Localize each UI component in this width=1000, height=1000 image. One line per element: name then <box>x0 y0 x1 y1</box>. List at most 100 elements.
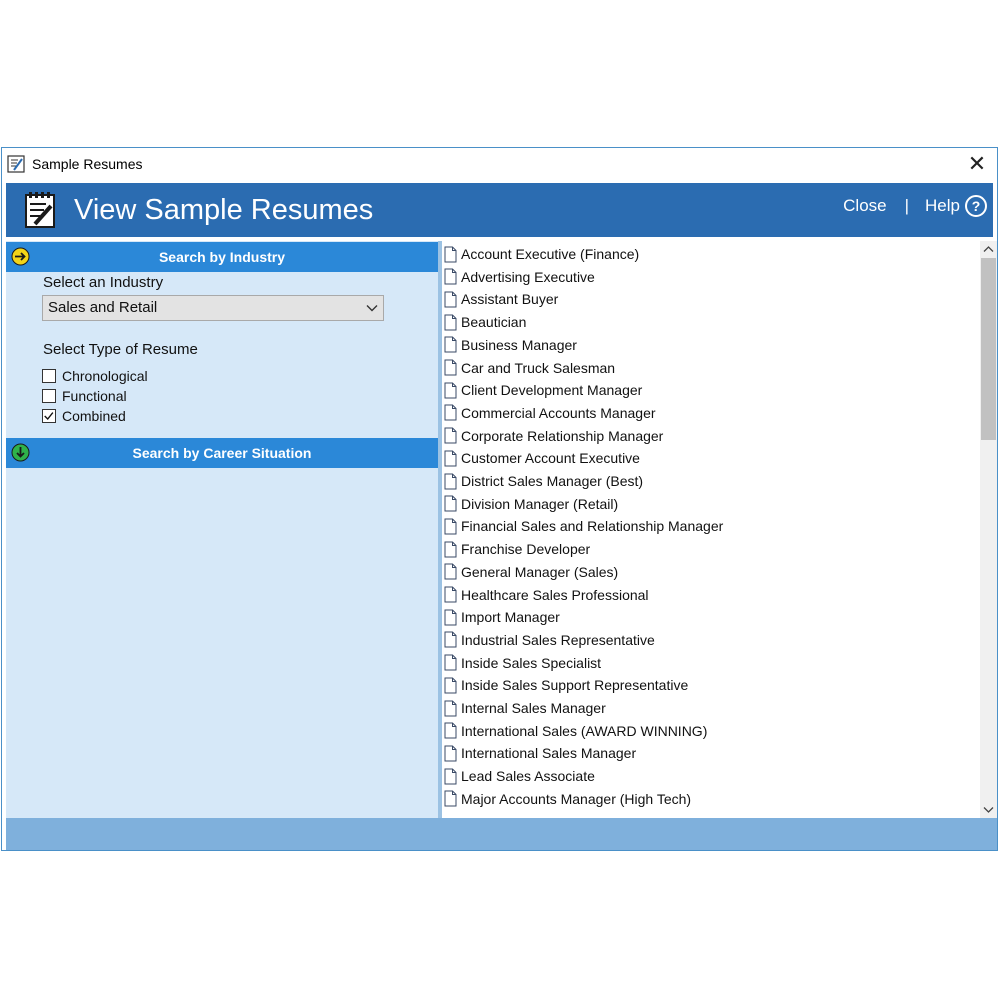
resume-title: Inside Sales Specialist <box>461 654 602 671</box>
resume-list-item[interactable]: International Sales Manager <box>444 742 636 764</box>
search-by-career-situation-header[interactable]: Search by Career Situation <box>6 438 438 468</box>
checkbox-label: Combined <box>62 408 126 424</box>
arrow-down-circle-icon <box>11 443 30 462</box>
resume-list-item[interactable]: Division Manager (Retail) <box>444 493 618 515</box>
search-panel: Search by Industry Select an Industry Sa… <box>6 241 438 818</box>
checkbox-label: Functional <box>62 388 127 404</box>
question-circle-icon[interactable]: ? <box>965 195 987 217</box>
industry-select[interactable]: Sales and Retail <box>42 295 384 321</box>
resume-list-item[interactable]: Financial Sales and Relationship Manager <box>444 515 723 537</box>
resume-list-item[interactable]: Customer Account Executive <box>444 447 640 469</box>
help-link[interactable]: Help <box>925 196 960 216</box>
resume-list-item[interactable]: Import Manager <box>444 606 560 628</box>
resume-title: Corporate Relationship Manager <box>461 427 664 444</box>
resume-title: International Sales Manager <box>461 745 637 762</box>
resume-list-item[interactable]: General Manager (Sales) <box>444 561 618 583</box>
document-icon <box>444 291 457 308</box>
resume-title: Client Development Manager <box>461 382 643 399</box>
checkbox-label: Chronological <box>62 368 148 384</box>
resume-list-item[interactable]: Assistant Buyer <box>444 288 558 310</box>
arrow-right-circle-icon <box>11 247 30 266</box>
combined-checkbox[interactable] <box>42 409 56 423</box>
resume-list-item[interactable]: Inside Sales Support Representative <box>444 674 688 696</box>
section-title: Search by Career Situation <box>132 445 312 461</box>
resume-title: Healthcare Sales Professional <box>461 586 649 603</box>
functional-option[interactable]: Functional <box>42 387 127 405</box>
document-icon <box>444 427 457 444</box>
resume-title: Financial Sales and Relationship Manager <box>461 518 724 535</box>
close-link[interactable]: Close <box>843 196 886 216</box>
resume-list-item[interactable]: Internal Sales Manager <box>444 697 606 719</box>
vertical-scrollbar[interactable] <box>980 241 997 818</box>
resume-title: Assistant Buyer <box>461 291 559 308</box>
document-icon <box>444 631 457 648</box>
resume-list: Account Executive (Finance) Advertising E… <box>442 241 980 818</box>
resume-title: General Manager (Sales) <box>461 563 619 580</box>
resume-title: Import Manager <box>461 609 560 626</box>
resume-title: Customer Account Executive <box>461 450 640 467</box>
status-bar <box>6 818 997 850</box>
document-icon <box>444 768 457 785</box>
resume-title: Lead Sales Associate <box>461 768 595 785</box>
search-by-industry-header[interactable]: Search by Industry <box>6 242 438 272</box>
checkmark-icon <box>44 412 54 421</box>
resume-title: Industrial Sales Representative <box>461 631 655 648</box>
header-banner: View Sample Resumes Close | Help ? <box>6 183 993 237</box>
document-icon <box>444 677 457 694</box>
chronological-option[interactable]: Chronological <box>42 367 148 385</box>
scroll-thumb[interactable] <box>981 258 996 440</box>
resume-list-item[interactable]: Beautician <box>444 311 526 333</box>
resume-list-item[interactable]: Healthcare Sales Professional <box>444 584 649 606</box>
resume-list-item[interactable]: International Sales (AWARD WINNING) <box>444 720 707 742</box>
document-icon <box>444 700 457 716</box>
functional-checkbox[interactable] <box>42 389 56 403</box>
resume-list-item[interactable]: Client Development Manager <box>444 379 642 401</box>
resume-list-item[interactable]: Advertising Executive <box>444 266 595 288</box>
window-title: Sample Resumes <box>32 156 143 172</box>
sample-resumes-window: Sample Resumes ✕ View Sample Resumes Clo… <box>1 147 998 851</box>
resume-list-item[interactable]: District Sales Manager (Best) <box>444 470 643 492</box>
resume-title: Account Executive (Finance) <box>461 246 640 262</box>
resume-title: Beautician <box>461 314 527 331</box>
window-close-button[interactable]: ✕ <box>965 152 989 176</box>
notepad-icon <box>7 155 25 173</box>
resume-list-item[interactable]: Industrial Sales Representative <box>444 629 655 651</box>
document-icon <box>444 404 457 421</box>
combined-option[interactable]: Combined <box>42 407 126 425</box>
resume-notepad-icon <box>25 192 55 228</box>
document-icon <box>444 541 457 558</box>
resume-title: Car and Truck Salesman <box>461 359 616 376</box>
document-icon <box>444 745 457 762</box>
document-icon <box>444 609 457 626</box>
document-icon <box>444 654 457 671</box>
resume-list-item[interactable]: Account Executive (Finance) <box>444 243 639 265</box>
resume-list-item[interactable]: Inside Sales Specialist <box>444 652 601 674</box>
document-icon <box>444 382 457 399</box>
resume-title: District Sales Manager (Best) <box>461 473 644 489</box>
resume-title: Division Manager (Retail) <box>461 495 619 512</box>
document-icon <box>444 246 457 262</box>
resume-list-item[interactable]: Corporate Relationship Manager <box>444 425 663 447</box>
resume-title: Major Accounts Manager (High Tech) <box>461 790 692 807</box>
resume-title: Inside Sales Support Representative <box>461 677 689 694</box>
resume-title: Commercial Accounts Manager <box>461 404 656 421</box>
resume-list-item[interactable]: Lead Sales Associate <box>444 765 595 787</box>
resume-list-item[interactable]: Business Manager <box>444 334 577 356</box>
resume-list-item[interactable]: Franchise Developer <box>444 538 590 560</box>
chronological-checkbox[interactable] <box>42 369 56 383</box>
scroll-up-arrow-icon[interactable] <box>980 241 997 258</box>
scroll-down-arrow-icon[interactable] <box>980 801 997 818</box>
selected-industry: Sales and Retail <box>48 299 158 316</box>
document-icon <box>444 359 457 376</box>
resume-list-item[interactable]: Major Accounts Manager (High Tech) <box>444 788 691 810</box>
document-icon <box>444 495 457 512</box>
document-icon <box>444 563 457 580</box>
resume-list-item[interactable]: Car and Truck Salesman <box>444 357 615 379</box>
page-title: View Sample Resumes <box>74 194 374 226</box>
resume-title: International Sales (AWARD WINNING) <box>461 722 708 739</box>
resume-list-item[interactable]: Commercial Accounts Manager <box>444 402 656 424</box>
document-icon <box>444 336 457 353</box>
document-icon <box>444 268 457 285</box>
document-icon <box>444 314 457 331</box>
resume-type-label: Select Type of Resume <box>43 341 198 358</box>
